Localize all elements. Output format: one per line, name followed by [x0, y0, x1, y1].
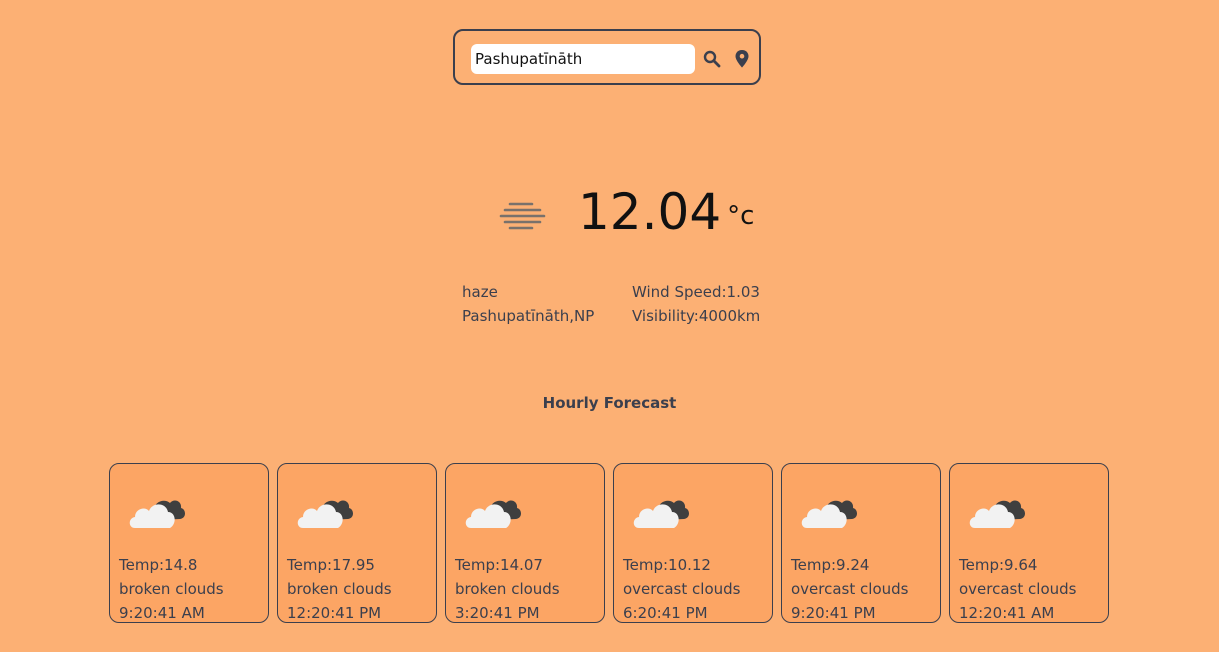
city-search-input[interactable] [471, 44, 695, 74]
forecast-details: Temp:17.95 broken clouds 12:20:41 PM [287, 553, 392, 625]
forecast-temp: Temp:9.64 [959, 556, 1038, 574]
current-details: Wind Speed:1.03 Visibility:4000km [632, 280, 760, 328]
forecast-description: overcast clouds [791, 580, 909, 598]
forecast-time: 9:20:41 AM [119, 604, 205, 622]
forecast-card: Temp:14.07 broken clouds 3:20:41 PM [445, 463, 605, 623]
forecast-time: 12:20:41 PM [287, 604, 382, 622]
current-temperature: 12.04 °c [578, 182, 754, 242]
overcast-clouds-icon [800, 490, 862, 532]
temperature-unit: °c [727, 201, 755, 231]
overcast-clouds-icon [632, 490, 694, 532]
forecast-details: Temp:10.12 overcast clouds 6:20:41 PM [623, 553, 740, 625]
forecast-time: 3:20:41 PM [455, 604, 540, 622]
overcast-clouds-icon [968, 490, 1030, 532]
forecast-title: Hourly Forecast [542, 394, 677, 412]
broken-clouds-icon [464, 490, 526, 532]
forecast-card: Temp:9.24 overcast clouds 9:20:41 PM [781, 463, 941, 623]
forecast-card: Temp:17.95 broken clouds 12:20:41 PM [277, 463, 437, 623]
forecast-time: 6:20:41 PM [623, 604, 708, 622]
broken-clouds-icon [128, 490, 190, 532]
search-icon[interactable] [703, 50, 721, 68]
wind-speed: Wind Speed:1.03 [632, 283, 760, 301]
forecast-temp: Temp:14.8 [119, 556, 198, 574]
forecast-description: broken clouds [119, 580, 224, 598]
current-conditions: haze Pashupatīnāth,NP [462, 280, 594, 328]
forecast-temp: Temp:10.12 [623, 556, 711, 574]
search-bar [453, 29, 761, 85]
forecast-time: 12:20:41 AM [959, 604, 1055, 622]
location-name: Pashupatīnāth,NP [462, 307, 595, 325]
forecast-temp: Temp:17.95 [287, 556, 375, 574]
location-pin-icon[interactable] [734, 49, 750, 69]
forecast-description: overcast clouds [623, 580, 741, 598]
broken-clouds-icon [296, 490, 358, 532]
forecast-temp: Temp:14.07 [455, 556, 543, 574]
weather-description: haze [462, 283, 498, 301]
forecast-description: broken clouds [455, 580, 560, 598]
forecast-details: Temp:14.07 broken clouds 3:20:41 PM [455, 553, 560, 625]
hourly-forecast-list: Temp:14.8 broken clouds 9:20:41 AM Temp:17.… [109, 463, 1109, 623]
forecast-card: Temp:10.12 overcast clouds 6:20:41 PM [613, 463, 773, 623]
haze-icon [496, 196, 548, 236]
temperature-value: 12.04 [578, 183, 722, 241]
forecast-card: Temp:14.8 broken clouds 9:20:41 AM [109, 463, 269, 623]
forecast-description: broken clouds [287, 580, 392, 598]
forecast-temp: Temp:9.24 [791, 556, 870, 574]
visibility: Visibility:4000km [632, 307, 761, 325]
forecast-details: Temp:9.24 overcast clouds 9:20:41 PM [791, 553, 908, 625]
forecast-time: 9:20:41 PM [791, 604, 876, 622]
forecast-details: Temp:14.8 broken clouds 9:20:41 AM [119, 553, 224, 625]
forecast-description: overcast clouds [959, 580, 1077, 598]
forecast-card: Temp:9.64 overcast clouds 12:20:41 AM [949, 463, 1109, 623]
forecast-details: Temp:9.64 overcast clouds 12:20:41 AM [959, 553, 1076, 625]
